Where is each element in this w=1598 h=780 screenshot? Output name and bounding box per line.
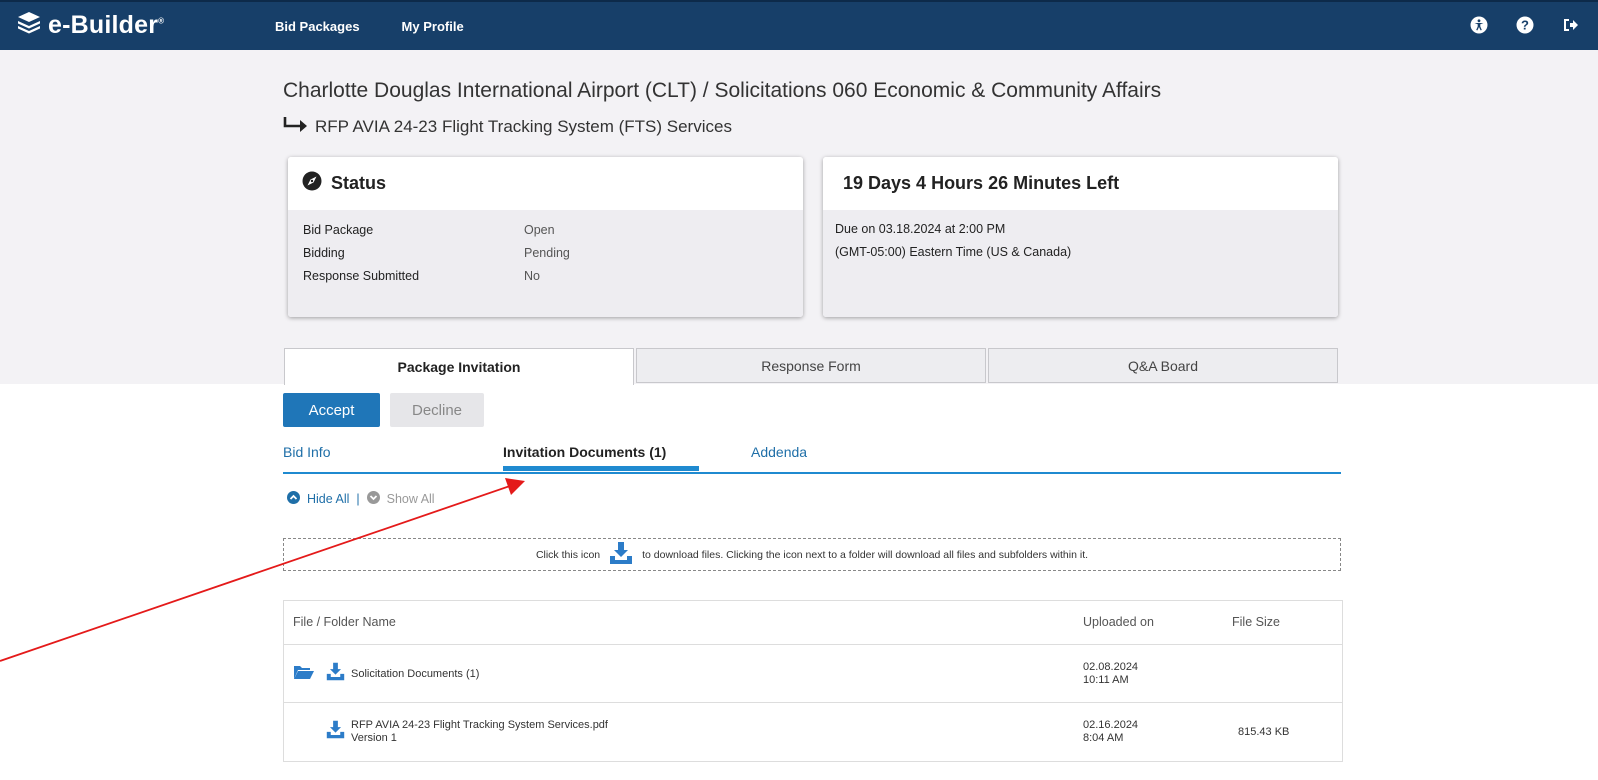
subtitle-text: RFP AVIA 24-23 Flight Tracking System (F… — [315, 116, 732, 136]
status-value: No — [524, 269, 540, 283]
file-size: 815.43 KB — [1238, 726, 1290, 738]
logo-text: e-Builder® — [48, 11, 165, 39]
tab-package-invitation[interactable]: Package Invitation — [284, 348, 634, 385]
compass-icon — [302, 171, 322, 196]
deadline-title: 19 Days 4 Hours 26 Minutes Left — [823, 157, 1338, 210]
download-icon[interactable] — [326, 720, 345, 744]
active-tab-indicator — [503, 466, 699, 471]
separator: | — [356, 492, 360, 506]
hint-text-after: to download files. Clicking the icon nex… — [642, 548, 1089, 561]
deadline-card: 19 Days 4 Hours 26 Minutes Left Due on 0… — [823, 157, 1338, 317]
expand-collapse-controls: Hide All | Show All — [287, 491, 435, 507]
tab-response-form[interactable]: Response Form — [636, 348, 986, 383]
accessibility-icon[interactable] — [1470, 16, 1488, 34]
deadline-card-body: Due on 03.18.2024 at 2:00 PM (GMT-05:00)… — [823, 210, 1338, 317]
nav-bid-packages[interactable]: Bid Packages — [275, 19, 360, 34]
row-divider — [284, 644, 1342, 645]
status-card: Status Bid Package Open Bidding Pending … — [288, 157, 803, 317]
file-version: Version 1 — [351, 732, 397, 744]
timezone: (GMT-05:00) Eastern Time (US & Canada) — [835, 245, 1072, 259]
upload-date: 02.16.2024 — [1083, 719, 1139, 731]
page-title: Charlotte Douglas International Airport … — [283, 79, 1162, 102]
sub-tabs: Bid Info Invitation Documents (1) Addend… — [283, 442, 1341, 474]
download-icon[interactable] — [326, 662, 345, 686]
subtab-addenda[interactable]: Addenda — [751, 444, 807, 460]
status-card-body: Bid Package Open Bidding Pending Respons… — [288, 210, 803, 317]
status-value: Pending — [524, 246, 570, 260]
page-subtitle: RFP AVIA 24-23 Flight Tracking System (F… — [283, 116, 732, 137]
folder-name[interactable]: Solicitation Documents (1) — [351, 668, 479, 681]
tab-qa-board[interactable]: Q&A Board — [988, 348, 1338, 383]
subtab-bid-info[interactable]: Bid Info — [283, 444, 330, 460]
column-header-uploaded: Uploaded on — [1083, 615, 1154, 629]
status-label: Bidding — [303, 246, 345, 260]
help-icon[interactable]: ? — [1516, 16, 1534, 34]
upload-time: 8:04 AM — [1083, 732, 1124, 744]
main-tabs: Package Invitation Response Form Q&A Boa… — [284, 348, 1338, 385]
row-divider — [284, 702, 1342, 703]
show-all-link[interactable]: Show All — [387, 492, 435, 506]
logo[interactable]: e-Builder® — [16, 10, 164, 41]
accept-button[interactable]: Accept — [283, 393, 380, 427]
due-date: Due on 03.18.2024 at 2:00 PM — [835, 222, 1006, 236]
main-nav: Bid Packages My Profile — [275, 19, 464, 34]
top-navbar: e-Builder® Bid Packages My Profile ? — [0, 0, 1598, 50]
svg-text:?: ? — [1521, 18, 1529, 33]
chevron-down-icon[interactable] — [366, 491, 380, 507]
column-header-size: File Size — [1232, 615, 1280, 629]
upload-date: 02.08.2024 — [1083, 661, 1139, 673]
status-value: Open — [524, 223, 555, 237]
upload-time: 10:11 AM — [1083, 674, 1129, 686]
decline-button[interactable]: Decline — [390, 393, 484, 427]
status-title: Status — [331, 173, 387, 193]
chevron-up-icon[interactable] — [287, 491, 300, 507]
nav-my-profile[interactable]: My Profile — [402, 19, 464, 34]
column-header-name: File / Folder Name — [293, 615, 396, 629]
logout-icon[interactable] — [1562, 16, 1580, 34]
folder-open-icon[interactable] — [293, 664, 314, 685]
arrow-return-icon — [283, 116, 309, 137]
hide-all-link[interactable]: Hide All — [307, 492, 349, 506]
file-name[interactable]: RFP AVIA 24-23 Flight Tracking System Se… — [351, 719, 608, 732]
top-icons: ? — [1470, 16, 1580, 34]
status-label: Bid Package — [303, 223, 374, 237]
subtab-invitation-documents[interactable]: Invitation Documents (1) — [503, 444, 666, 460]
download-icon — [609, 541, 633, 568]
hint-text-before: Click this icon — [535, 548, 601, 561]
documents-table: File / Folder Name Uploaded on File Size… — [283, 600, 1343, 762]
status-label: Response Submitted — [303, 269, 420, 283]
logo-icon — [16, 10, 42, 41]
status-card-header: Status — [288, 157, 803, 210]
download-hint: Click this icon to download files. Click… — [283, 538, 1341, 571]
